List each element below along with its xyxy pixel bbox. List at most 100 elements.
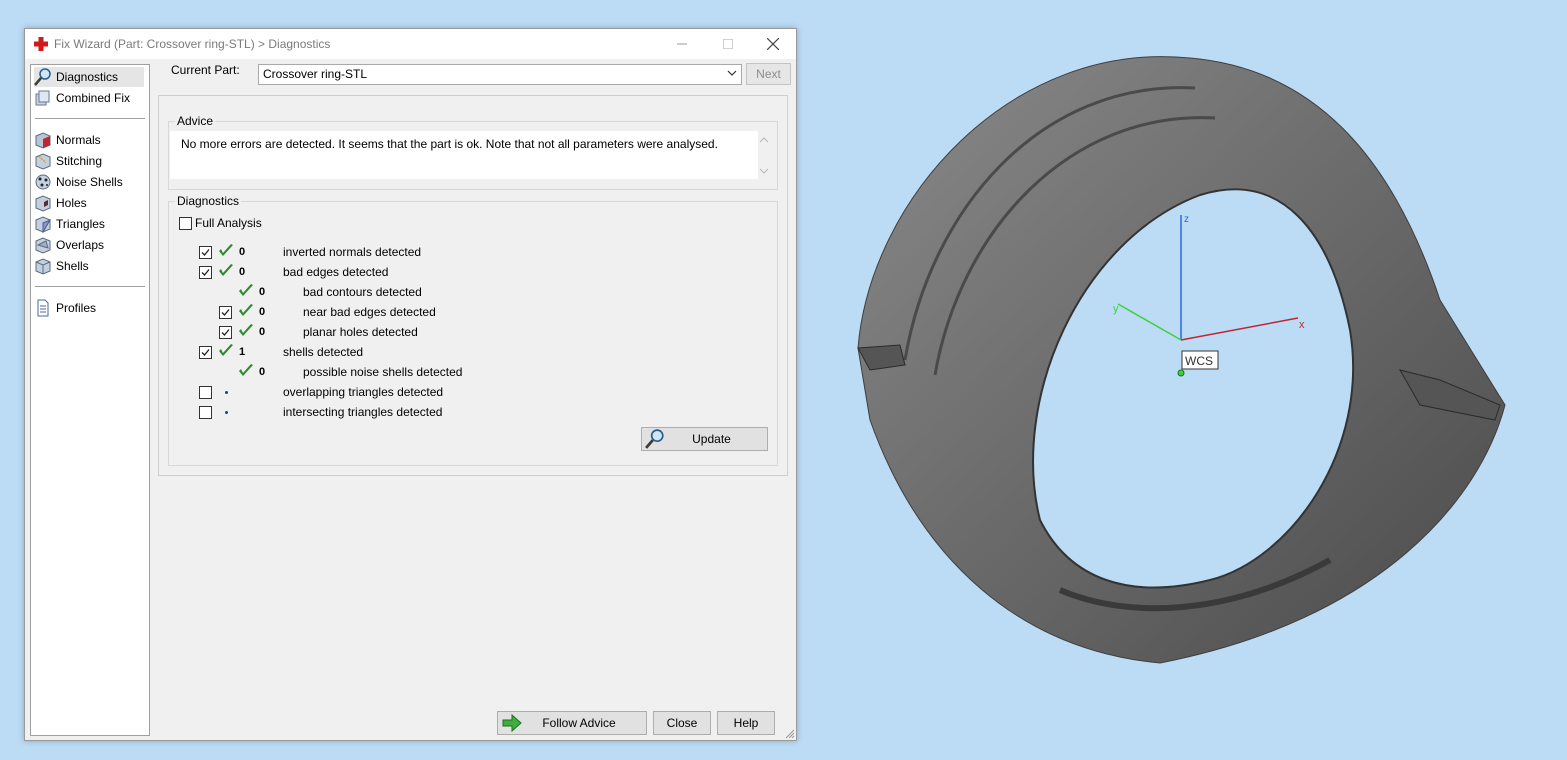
follow-advice-label: Follow Advice: [542, 716, 616, 730]
inverted-normals-checkbox[interactable]: [199, 246, 212, 259]
advice-text: No more errors are detected. It seems th…: [181, 137, 718, 151]
close-icon: [767, 38, 779, 50]
title-bar[interactable]: Fix Wizard (Part: Crossover ring-STL) > …: [25, 29, 796, 59]
close-window-button[interactable]: [750, 29, 796, 59]
minimize-button[interactable]: [659, 29, 705, 59]
pending-dot-icon: [225, 411, 228, 414]
resize-grip-icon[interactable]: [785, 729, 795, 739]
sidebar-item-combined-fix[interactable]: Combined Fix: [34, 88, 130, 108]
planar-holes-label: planar holes detected: [303, 325, 418, 339]
z-axis-label: z: [1184, 214, 1189, 225]
full-analysis-checkbox[interactable]: [179, 217, 192, 230]
close-button[interactable]: Close: [653, 711, 711, 735]
checkmark-icon: [201, 269, 210, 276]
3d-viewport[interactable]: z x y WCS: [800, 0, 1567, 760]
advice-title: Advice: [175, 114, 216, 128]
checkmark-icon: [201, 249, 210, 256]
sidebar-item-label: Holes: [56, 196, 87, 210]
wcs-origin-marker[interactable]: [1177, 369, 1185, 377]
sidebar-item-normals[interactable]: Normals: [34, 130, 101, 150]
maximize-button[interactable]: [705, 29, 751, 59]
cube-hole-icon: [35, 195, 51, 212]
overlapping-triangles-checkbox[interactable]: [199, 386, 212, 399]
minimize-icon: [677, 43, 687, 45]
advice-group: Advice No more errors are detected. It s…: [168, 114, 778, 190]
sidebar-item-label: Profiles: [56, 301, 97, 315]
near-bad-edges-count: 0: [259, 306, 266, 318]
update-button-label: Update: [692, 432, 731, 446]
help-button[interactable]: Help: [717, 711, 775, 735]
green-check-icon: [239, 364, 253, 376]
full-analysis-label: Full Analysis: [195, 216, 262, 230]
red-cross-icon: [34, 37, 48, 51]
checkmark-icon: [201, 349, 210, 356]
bad-edges-checkbox[interactable]: [199, 266, 212, 279]
sidebar-item-triangles[interactable]: Triangles: [34, 214, 105, 234]
next-button-label: Next: [756, 67, 781, 81]
green-arrow-icon: [502, 714, 522, 732]
overlapping-triangles-label: overlapping triangles detected: [283, 385, 444, 399]
update-button[interactable]: Update: [641, 427, 768, 451]
diagnostics-title: Diagnostics: [175, 194, 242, 208]
current-part-value: Crossover ring-STL: [263, 67, 368, 81]
advice-textbox[interactable]: No more errors are detected. It seems th…: [170, 131, 758, 179]
green-check-icon: [219, 244, 233, 256]
cube-triangle-icon: [35, 216, 52, 233]
sidebar-separator: [35, 118, 145, 119]
intersecting-triangles-checkbox[interactable]: [199, 406, 212, 419]
sidebar-item-shells[interactable]: Shells: [34, 256, 89, 276]
maximize-icon: [723, 39, 733, 49]
near-bad-edges-checkbox[interactable]: [219, 306, 232, 319]
noise-shells-label: possible noise shells detected: [303, 365, 463, 379]
magnifier-icon: [34, 68, 51, 86]
green-check-icon: [219, 344, 233, 356]
sidebar-item-holes[interactable]: Holes: [34, 193, 87, 213]
magnifier-icon: [645, 429, 664, 449]
shells-checkbox[interactable]: [199, 346, 212, 359]
sidebar-item-profiles[interactable]: Profiles: [34, 298, 96, 318]
green-check-icon: [239, 304, 253, 316]
inverted-normals-count: 0: [239, 246, 246, 258]
shells-label: shells detected: [283, 345, 364, 359]
green-check-icon: [239, 324, 253, 336]
checkmark-icon: [221, 329, 230, 336]
green-check-icon: [239, 284, 253, 296]
bad-edges-label: bad edges detected: [283, 265, 389, 279]
x-axis-label: x: [1299, 319, 1305, 331]
noise-shells-icon: [35, 174, 51, 190]
sidebar-item-label: Noise Shells: [56, 175, 123, 189]
cube-shell-icon: [35, 258, 51, 275]
intersecting-triangles-label: intersecting triangles detected: [283, 405, 443, 419]
bad-contours-count: 0: [259, 286, 266, 298]
sidebar-item-label: Overlaps: [56, 238, 105, 252]
cube-stack-icon: [35, 90, 50, 106]
near-bad-edges-label: near bad edges detected: [303, 305, 436, 319]
sidebar-separator: [35, 286, 145, 287]
next-button[interactable]: Next: [746, 63, 791, 85]
sidebar-item-label: Triangles: [56, 217, 105, 231]
planar-holes-checkbox[interactable]: [219, 326, 232, 339]
sidebar-item-stitching[interactable]: Stitching: [34, 151, 102, 171]
diagnostics-group: Diagnostics Full Analysis 0 inverted nor…: [168, 194, 778, 466]
current-part-select[interactable]: Crossover ring-STL: [258, 64, 742, 85]
sidebar-item-overlaps[interactable]: Overlaps: [34, 235, 104, 255]
pending-dot-icon: [225, 391, 228, 394]
bad-contours-label: bad contours detected: [303, 285, 422, 299]
cube-stitch-icon: [35, 153, 51, 170]
main-panel: Advice No more errors are detected. It s…: [158, 95, 788, 476]
sidebar-item-label: Diagnostics: [56, 70, 119, 84]
fix-wizard-window: Fix Wizard (Part: Crossover ring-STL) > …: [24, 28, 797, 741]
inverted-normals-label: inverted normals detected: [283, 245, 422, 259]
cube-red-face-icon: [35, 132, 51, 149]
wizard-sidebar: Diagnostics Combined Fix Normals Stitchi…: [30, 64, 150, 736]
checkmark-icon: [221, 309, 230, 316]
sidebar-item-noise-shells[interactable]: Noise Shells: [34, 172, 123, 192]
advice-scrollbar[interactable]: [759, 136, 769, 176]
shells-count: 1: [239, 346, 246, 358]
sidebar-item-diagnostics[interactable]: Diagnostics: [34, 67, 144, 87]
bad-edges-count: 0: [239, 266, 246, 278]
document-icon: [37, 299, 49, 317]
sidebar-item-label: Normals: [56, 133, 101, 147]
chevron-down-icon: [727, 70, 737, 76]
follow-advice-button[interactable]: Follow Advice: [497, 711, 647, 735]
